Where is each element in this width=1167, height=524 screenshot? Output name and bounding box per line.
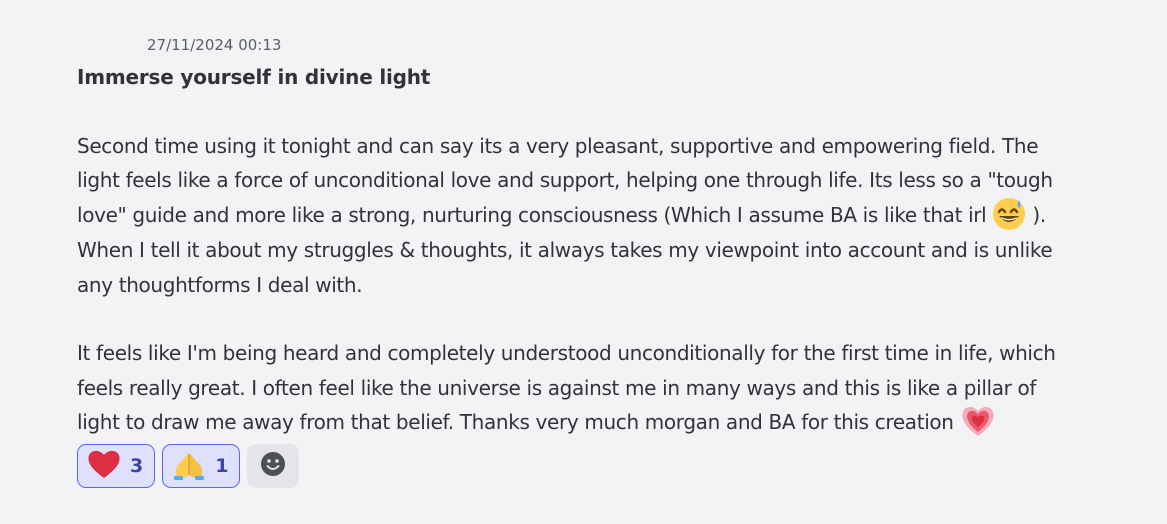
text-fragment: ). — [1026, 202, 1046, 227]
message-title: Immerse yourself in divine light — [77, 65, 431, 89]
text-line: Second time using it tonight and can say… — [77, 134, 1039, 158]
smiley-add-reaction-icon — [260, 451, 286, 481]
message-content: Second time using it tonight and can say… — [77, 129, 1157, 440]
text-line: It feels like I'm being heard and comple… — [77, 341, 1056, 366]
reaction-folded-hands-button[interactable]: 1 — [162, 444, 241, 488]
text-line: feels really great. I often feel like th… — [77, 375, 1037, 400]
red-heart-emoji-icon — [87, 449, 121, 483]
text-line: When I tell it about my struggles & thou… — [77, 238, 1053, 263]
text-line-with-emoji: love" guide and more like a strong, nurt… — [77, 198, 1157, 234]
text-line: light feels like a force of unconditiona… — [77, 168, 1053, 193]
growing-heart-emoji-icon — [960, 404, 996, 438]
reaction-heart-button[interactable]: 3 — [77, 444, 156, 488]
text-fragment: light to draw me away from that belief. … — [77, 409, 960, 434]
folded-hands-emoji-icon — [172, 448, 206, 484]
message-container: 27/11/2024 00:13 Immerse yourself in div… — [0, 0, 1167, 524]
message-paragraph-2: It feels like I'm being heard and comple… — [77, 336, 1157, 440]
message-paragraph-1: Second time using it tonight and can say… — [77, 129, 1157, 302]
grinning-sweat-emoji-icon — [992, 197, 1026, 231]
add-reaction-button[interactable] — [247, 444, 300, 488]
message-timestamp: 27/11/2024 00:13 — [147, 36, 282, 54]
text-line: any thoughtforms I deal with. — [77, 272, 363, 297]
text-fragment: love" guide and more like a strong, nurt… — [77, 202, 993, 227]
reactions-bar: 3 1 — [77, 444, 300, 488]
text-line-with-emoji: light to draw me away from that belief. … — [77, 405, 1157, 441]
reaction-count: 1 — [215, 454, 229, 477]
reaction-count: 3 — [130, 454, 144, 477]
